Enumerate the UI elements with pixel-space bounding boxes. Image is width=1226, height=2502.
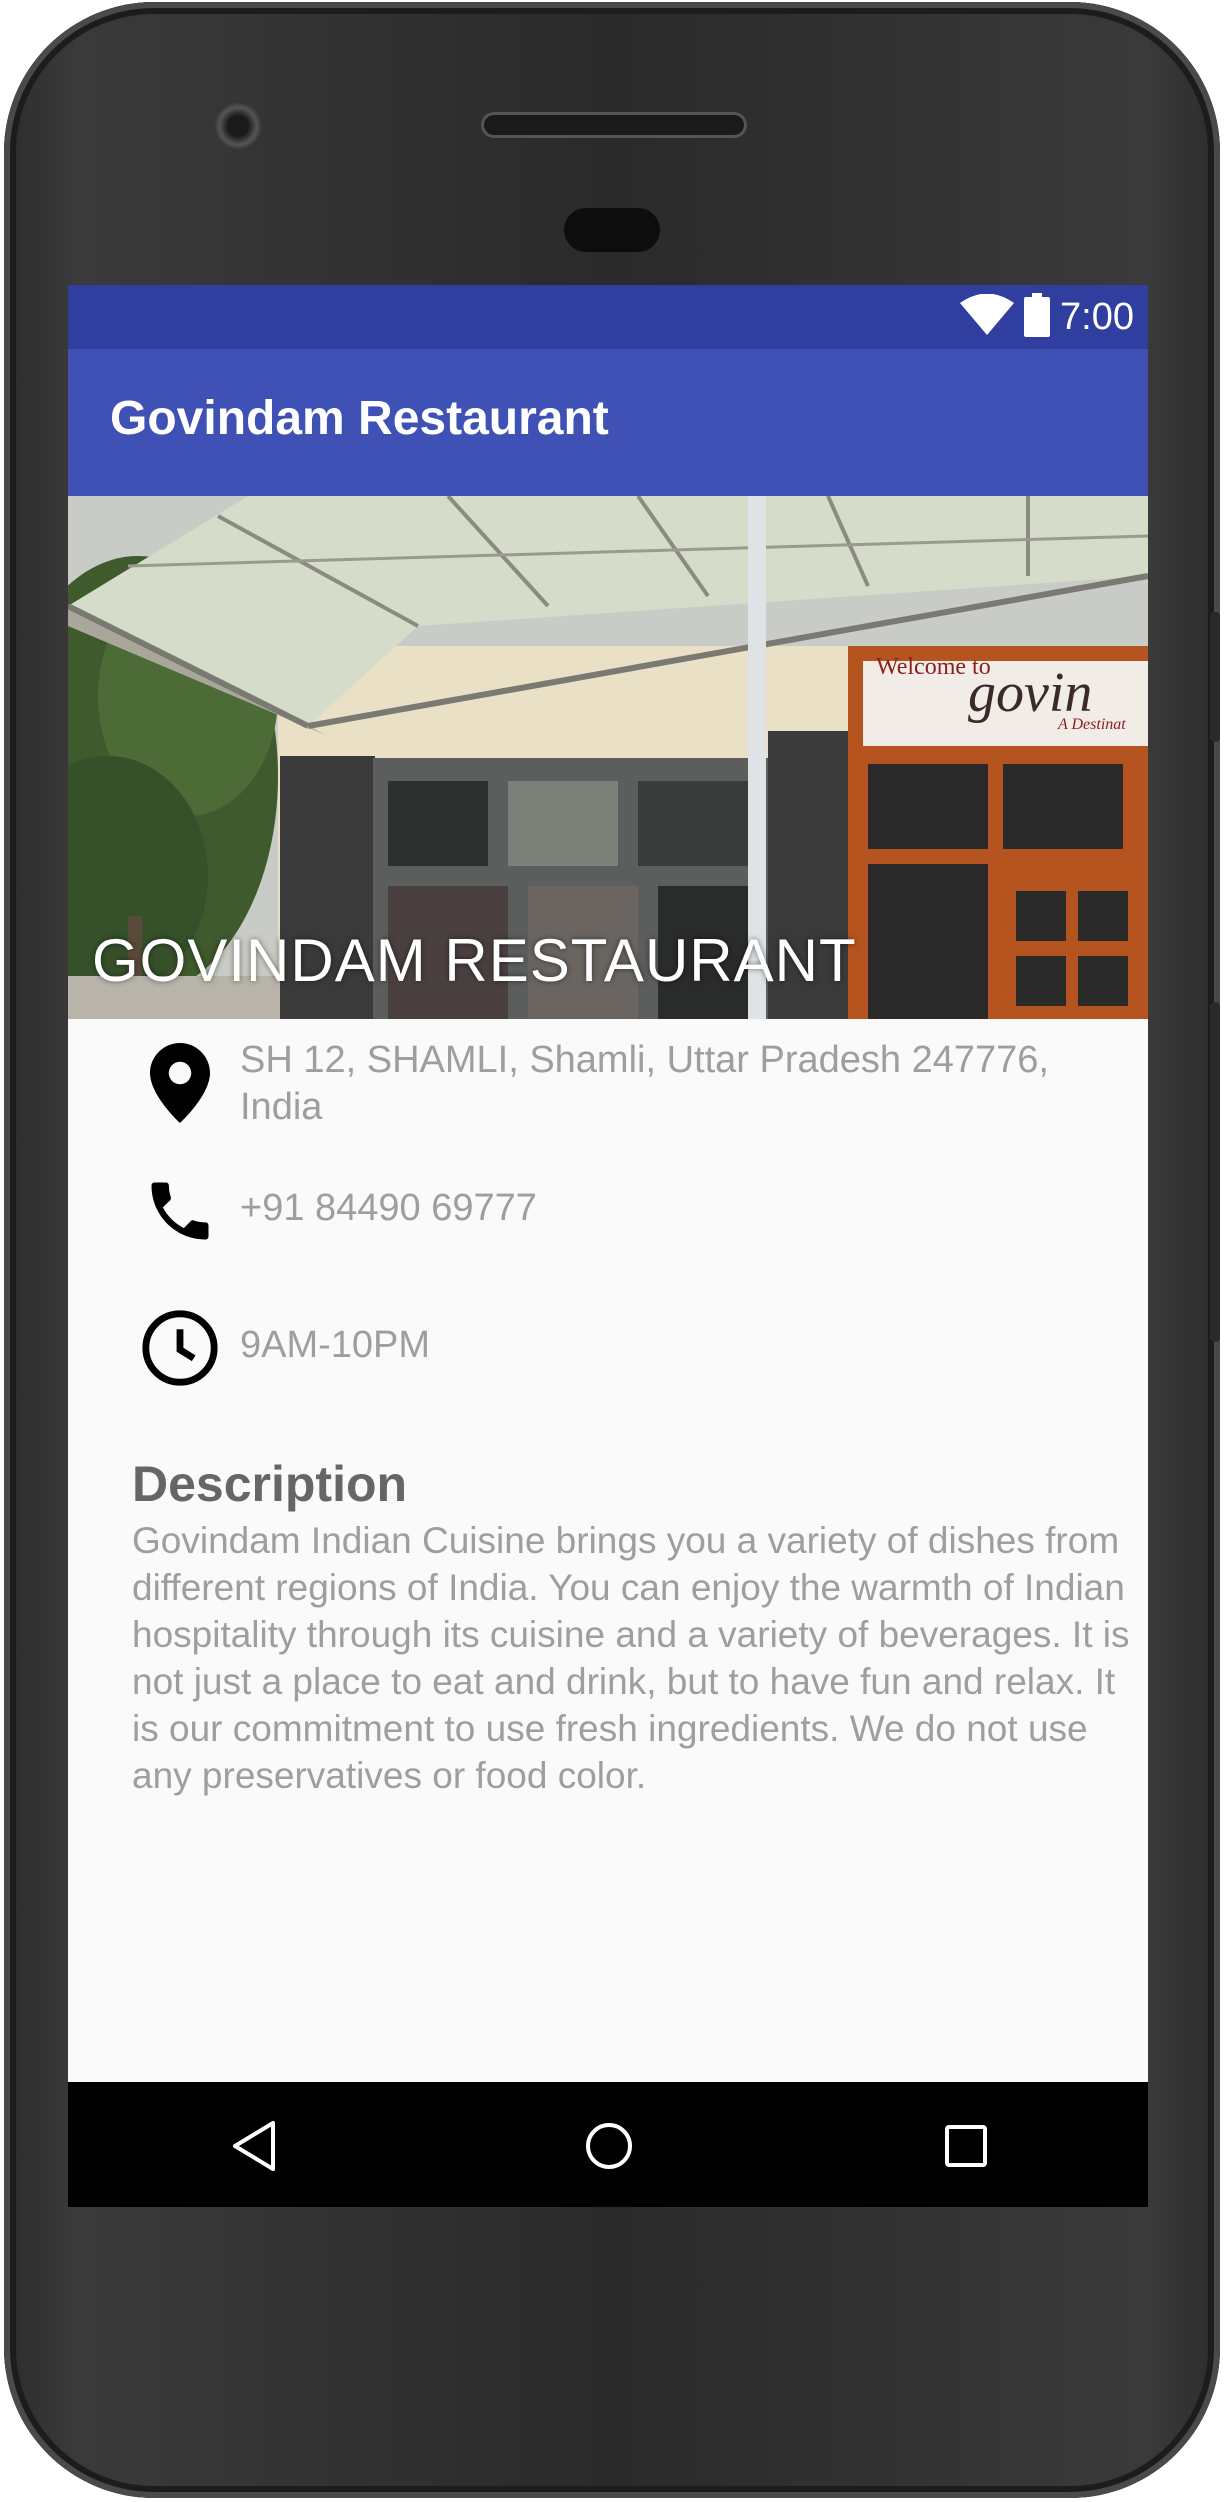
proximity-sensor xyxy=(564,208,660,252)
app-bar: Govindam Restaurant xyxy=(68,349,1148,496)
hero-title: GOVINDAM RESTAURANT xyxy=(92,927,857,994)
status-icons: 7:00 xyxy=(960,292,1134,342)
back-icon[interactable] xyxy=(228,2120,280,2172)
description-body: Govindam Indian Cuisine brings you a var… xyxy=(132,1520,1130,1796)
navigation-bar xyxy=(68,2082,1148,2207)
hours-text: 9AM-10PM xyxy=(240,1324,431,1366)
battery-icon xyxy=(1024,292,1051,342)
sign-tagline-text: A Destinat xyxy=(1058,716,1126,733)
restaurant-photo: Welcome to govin A Destinat GOVINDAM RES… xyxy=(68,496,1148,1019)
wifi-icon xyxy=(960,293,1015,341)
volume-button xyxy=(1210,612,1220,742)
phone-icon xyxy=(134,1165,226,1257)
phone-number-text: +91 84490 69777 xyxy=(240,1187,537,1229)
front-camera xyxy=(214,102,262,150)
recents-icon[interactable] xyxy=(940,2120,992,2172)
earpiece-speaker xyxy=(481,112,747,138)
description-title: Description xyxy=(132,1456,408,1512)
app-title: Govindam Restaurant xyxy=(110,392,609,445)
address-text: SH 12, SHAMLI, Shamli, Uttar Pradesh 247… xyxy=(240,1039,1049,1128)
clock-icon xyxy=(134,1302,226,1394)
status-bar: 7:00 xyxy=(68,285,1148,349)
home-icon[interactable] xyxy=(583,2120,635,2172)
power-button xyxy=(1210,1002,1220,1342)
status-time: 7:00 xyxy=(1060,295,1134,338)
screen: 7:00 Govindam Restaurant Welcome to govi… xyxy=(68,285,1148,2207)
location-pin-icon xyxy=(134,1037,226,1129)
